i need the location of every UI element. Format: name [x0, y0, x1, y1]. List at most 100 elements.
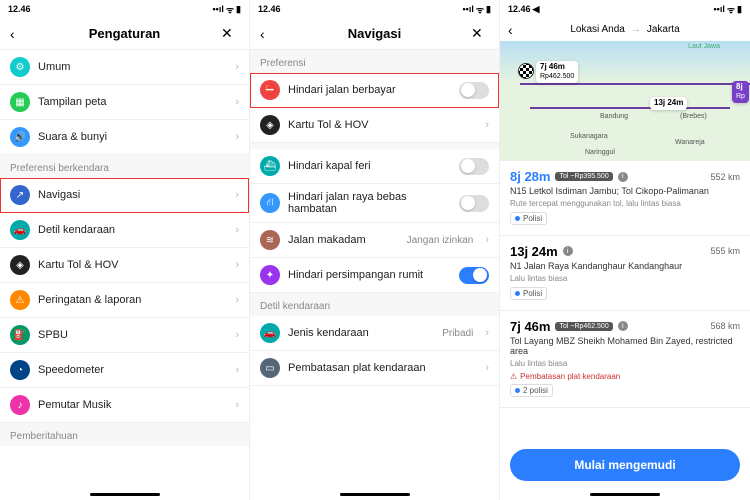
row-label: Hindari kapal feri: [288, 160, 451, 172]
battery-icon: ▮: [486, 4, 491, 15]
home-indicator[interactable]: [340, 493, 410, 496]
route-header[interactable]: ‹ Lokasi Anda → Jakarta: [500, 18, 750, 41]
screen-navigation-settings: 12.46 ••ılᯤ▮ ‹ Navigasi ✕ Preferensi⛔Hin…: [250, 0, 500, 500]
section-header: Detil kendaraan: [250, 293, 499, 316]
route-distance: 555 km: [710, 246, 740, 256]
row-navigasi[interactable]: ↗Navigasi›: [0, 178, 249, 213]
row-speedometer[interactable]: ◔Speedometer›: [0, 353, 249, 388]
toll-badge: Tol ~Rp462.500: [555, 322, 612, 331]
row-icon: ⛙: [260, 193, 280, 213]
chevron-icon: ›: [485, 119, 489, 131]
chevron-icon: ›: [235, 61, 239, 73]
status-bar: 12.46 ••ılᯤ▮: [250, 0, 499, 18]
arrow-icon: →: [631, 24, 641, 35]
route-option[interactable]: 8j 28mTol ~Rp395.500i552 kmN15 Letkol Is…: [500, 161, 750, 236]
map-route-bubble[interactable]: 8jRp: [732, 81, 749, 103]
start-driving-button[interactable]: Mulai mengemudi: [510, 449, 740, 481]
row-kartu-tol-hov[interactable]: ◈Kartu Tol & HOV›: [0, 248, 249, 283]
row-icon: ♪: [10, 395, 30, 415]
row-icon: ⛽: [10, 325, 30, 345]
row-label: Pembatasan plat kendaraan: [288, 362, 477, 374]
row-spbu[interactable]: ⛽SPBU›: [0, 318, 249, 353]
screen-route-planner: 12.46◀ ••ılᯤ▮ ‹ Lokasi Anda → Jakarta La…: [500, 0, 750, 500]
row-label: Peringatan & laporan: [38, 294, 227, 306]
row-icon: ▦: [10, 92, 30, 112]
map-city-label: Naringgul: [585, 149, 615, 156]
route-description: N1 Jalan Raya Kandanghaur Kandanghaur: [510, 261, 740, 272]
section-header: Preferensi berkendara: [0, 155, 249, 178]
toggle[interactable]: [459, 82, 489, 99]
route-subtitle: Lalu lintas biasa: [510, 274, 740, 283]
signal-icon: ••ıl: [213, 4, 224, 14]
map-route-bubble[interactable]: 7j 46mRp462.500: [536, 61, 578, 83]
nav-header: ‹ Pengaturan ✕: [0, 18, 249, 50]
battery-icon: ▮: [737, 4, 742, 15]
row-label: Speedometer: [38, 364, 227, 376]
row-icon: ▭: [260, 358, 280, 378]
row-jenis-kendaraan[interactable]: 🚗Jenis kendaraanPribadi›: [250, 316, 499, 351]
section-header: Preferensi: [250, 50, 499, 73]
row-peringatan-laporan[interactable]: ⚠Peringatan & laporan›: [0, 283, 249, 318]
row-suara-bunyi[interactable]: 🔊Suara & bunyi›: [0, 120, 249, 155]
route-option[interactable]: 7j 46mTol ~Rp462.500i568 kmTol Layang MB…: [500, 311, 750, 409]
row-hindari-kapal-feri[interactable]: ⛴ Hindari kapal feri: [250, 149, 499, 184]
chevron-icon: ›: [235, 96, 239, 108]
route-time: 7j 46m: [510, 319, 550, 334]
route-list[interactable]: 8j 28mTol ~Rp395.500i552 kmN15 Letkol Is…: [500, 161, 750, 441]
row-icon: ⛔: [260, 80, 280, 100]
toggle[interactable]: [459, 267, 489, 284]
map-city-label: Sukanagara: [570, 133, 608, 140]
nav-header: ‹ Navigasi ✕: [250, 18, 499, 50]
back-button[interactable]: ‹: [508, 22, 526, 38]
toggle[interactable]: [459, 195, 489, 212]
row-hindari-persimpangan-rumit[interactable]: ✦Hindari persimpangan rumit: [250, 258, 499, 293]
row-icon: ⚠: [10, 290, 30, 310]
info-icon[interactable]: i: [618, 172, 628, 182]
back-button[interactable]: ‹: [260, 26, 278, 42]
row-label: Hindari persimpangan rumit: [288, 269, 451, 281]
row-hindari-jalan-berbayar[interactable]: ⛔Hindari jalan berbayar: [250, 73, 499, 108]
row-umum[interactable]: ⚙Umum›: [0, 50, 249, 85]
row-label: Hindari jalan raya bebas hambatan: [288, 191, 451, 215]
close-button[interactable]: ✕: [221, 25, 239, 42]
row-tampilan-peta[interactable]: ▦ Tampilan peta ›: [0, 85, 249, 120]
route-from[interactable]: Lokasi Anda: [570, 24, 625, 35]
row-icon: ⛴: [260, 156, 280, 176]
row-icon: ◈: [10, 255, 30, 275]
route-subtitle: Rute tercepat menggunakan tol, lalu lint…: [510, 199, 740, 208]
map[interactable]: Laut JawaBandungSukanagaraNaringgul(Breb…: [500, 41, 750, 161]
row-kartu-tol-hov[interactable]: ◈Kartu Tol & HOV›: [250, 108, 499, 143]
route-option[interactable]: 13j 24mi555 kmN1 Jalan Raya Kandanghaur …: [500, 236, 750, 311]
home-indicator[interactable]: [90, 493, 160, 496]
row-label: Jalan makadam: [288, 234, 399, 246]
row-jalan-makadam[interactable]: ≋Jalan makadamJangan izinkan›: [250, 223, 499, 258]
row-pemutar-musik[interactable]: ♪Pemutar Musik›: [0, 388, 249, 423]
navigation-prefs-list[interactable]: Preferensi⛔Hindari jalan berbayar◈Kartu …: [250, 50, 499, 489]
row-label: Tampilan peta: [38, 96, 227, 108]
row-label: Umum: [38, 61, 227, 73]
chevron-icon: ›: [485, 327, 489, 339]
close-button[interactable]: ✕: [471, 25, 489, 42]
route-description: Tol Layang MBZ Sheikh Mohamed Bin Zayed,…: [510, 336, 740, 358]
wifi-icon: ᯤ: [226, 3, 234, 16]
toggle[interactable]: [459, 158, 489, 175]
destination-flag-icon: [518, 63, 534, 79]
map-route-bubble[interactable]: 13j 24m: [650, 97, 687, 110]
row-detil-kendaraan[interactable]: 🚗Detil kendaraan›: [0, 213, 249, 248]
settings-list[interactable]: ⚙Umum›▦Tampilan peta›🔊Suara & bunyi›Pref…: [0, 50, 249, 489]
home-indicator[interactable]: [590, 493, 660, 496]
row-label: Pemutar Musik: [38, 399, 227, 411]
row-label: Navigasi: [38, 189, 227, 201]
route-to[interactable]: Jakarta: [647, 24, 680, 35]
info-icon[interactable]: i: [618, 321, 628, 331]
map-city-label: Bandung: [600, 113, 628, 120]
status-bar: 12.46◀ ••ılᯤ▮: [500, 0, 750, 18]
row-icon: 🔊: [10, 127, 30, 147]
chevron-icon: ›: [235, 224, 239, 236]
status-bar: 12.46 ••ılᯤ▮: [0, 0, 249, 18]
back-button[interactable]: ‹: [10, 26, 28, 42]
info-icon[interactable]: i: [563, 246, 573, 256]
wifi-icon: ᯤ: [727, 3, 735, 16]
row-pembatasan-plat-kendaraan[interactable]: ▭Pembatasan plat kendaraan›: [250, 351, 499, 386]
row-hindari-jalan-raya-bebas-hambatan[interactable]: ⛙ Hindari jalan raya bebas hambatan: [250, 184, 499, 223]
